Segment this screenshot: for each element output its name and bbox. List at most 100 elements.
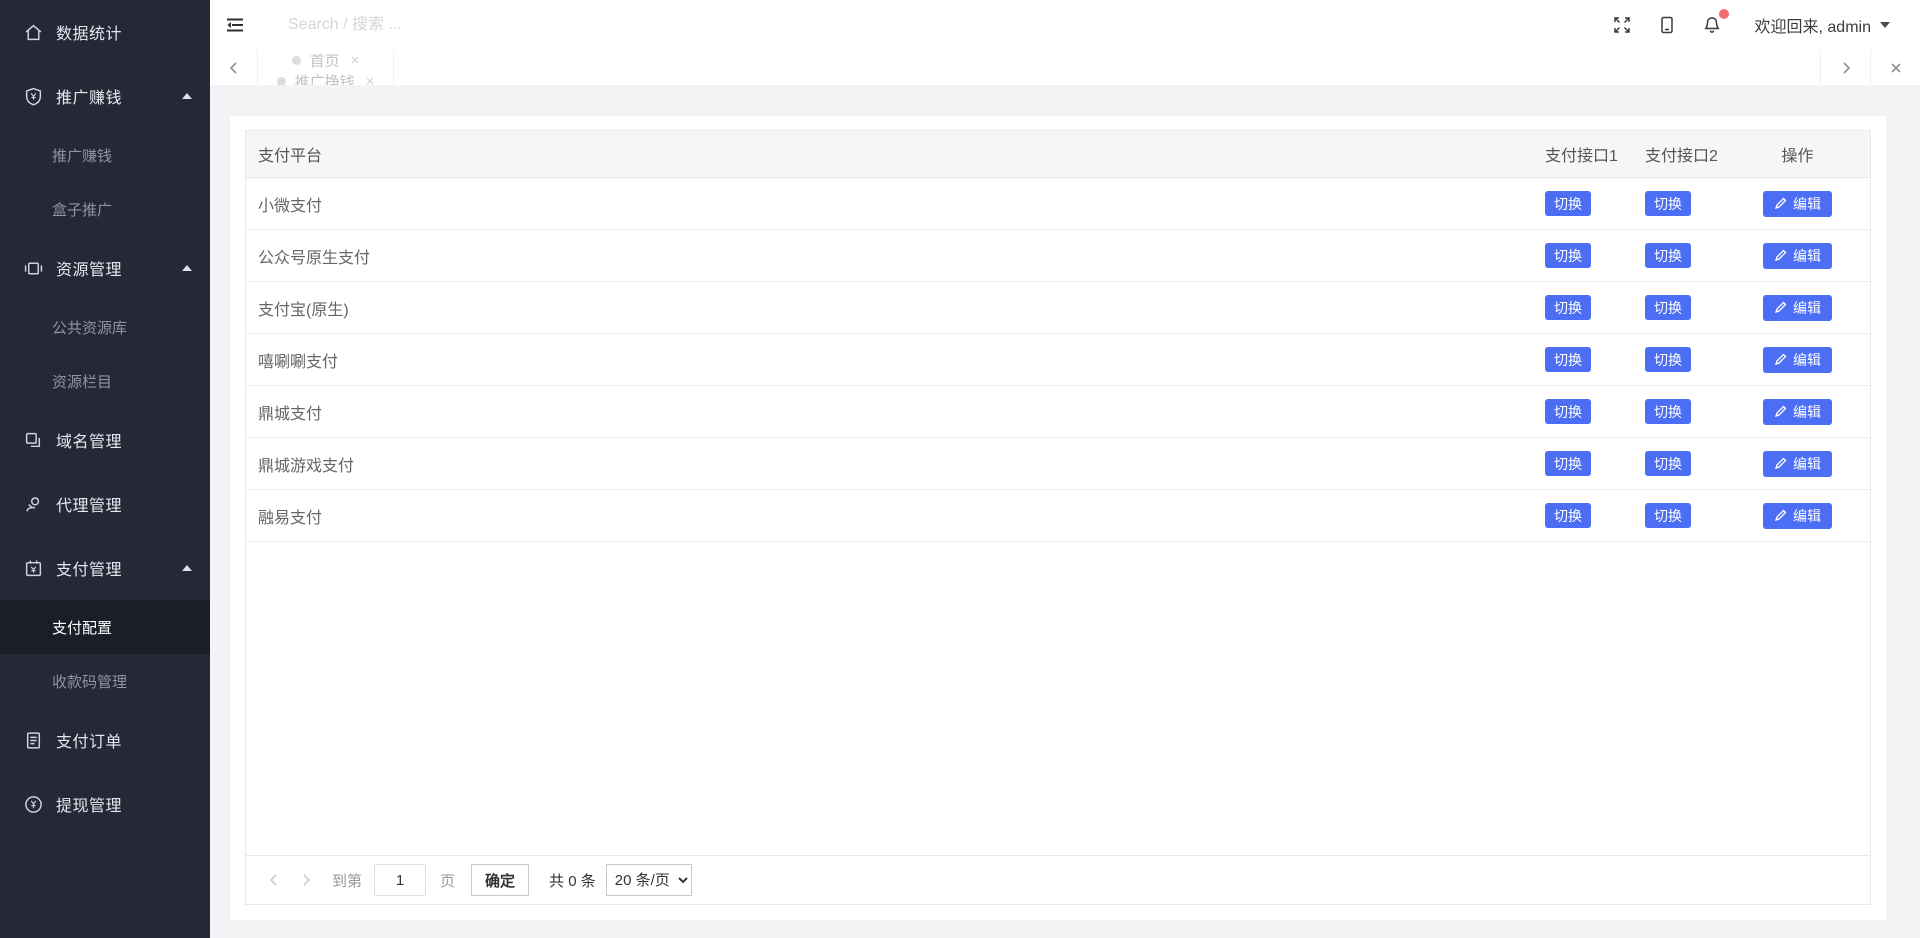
pencil-icon	[1774, 301, 1787, 314]
table-row: 嘻唰唰支付 切换 切换 编辑	[246, 334, 1870, 386]
edit-button[interactable]: 编辑	[1763, 347, 1832, 373]
sidebar-item-withdraw-mgmt[interactable]: 提现管理	[0, 772, 210, 836]
sidebar-item-box-promo[interactable]: 盒子推广	[0, 182, 210, 236]
notification-badge	[1719, 9, 1729, 19]
edit-button[interactable]: 编辑	[1763, 399, 1832, 425]
topbar-right: 欢迎回来, admin	[1600, 0, 1920, 50]
platform-name: 融易支付	[246, 504, 1525, 528]
switch-interface2-button[interactable]: 切换	[1645, 243, 1691, 268]
sidebar-item-public-resource-lib[interactable]: 公共资源库	[0, 300, 210, 354]
order-icon	[24, 731, 43, 750]
sidebar-item-label: 资源管理	[56, 256, 182, 280]
sidebar-item-label: 支付订单	[56, 728, 192, 752]
sidebar-item-label: 收款码管理	[52, 671, 127, 692]
sidebar-item-resource-mgmt[interactable]: 资源管理	[0, 236, 210, 300]
edit-button-label: 编辑	[1793, 506, 1821, 526]
pencil-icon	[1774, 405, 1787, 418]
page-number-input[interactable]	[374, 864, 426, 896]
close-icon[interactable]: ×	[351, 53, 360, 68]
collapse-menu-icon[interactable]	[210, 0, 260, 50]
main-area: 欢迎回来, admin 首页 × 推广挣钱 ×	[210, 0, 1920, 938]
chevron-up-icon	[182, 265, 192, 271]
user-menu[interactable]: 欢迎回来, admin	[1755, 13, 1890, 37]
edit-button[interactable]: 编辑	[1763, 503, 1832, 529]
sidebar-item-qr-code-mgmt[interactable]: 收款码管理	[0, 654, 210, 708]
table-row: 小微支付 切换 切换 编辑	[246, 178, 1870, 230]
gallery-icon	[24, 259, 43, 278]
chevron-up-icon	[182, 565, 192, 571]
edit-button-label: 编辑	[1793, 454, 1821, 474]
switch-interface2-button[interactable]: 切换	[1645, 503, 1691, 528]
confirm-page-button[interactable]: 确定	[471, 864, 529, 896]
switch-interface1-button[interactable]: 切换	[1545, 503, 1591, 528]
table-row: 鼎城支付 切换 切换 编辑	[246, 386, 1870, 438]
sidebar-item-promo-earn-sub[interactable]: 推广赚钱	[0, 128, 210, 182]
table-row: 支付宝(原生) 切换 切换 编辑	[246, 282, 1870, 334]
sidebar-item-label: 支付配置	[52, 617, 112, 638]
sidebar-item-label: 代理管理	[56, 492, 192, 516]
app-root: 数据统计 推广赚钱 推广赚钱 盒子推广 资源管理 公共资源库 资源栏目	[0, 0, 1920, 938]
content-area: 支付平台 支付接口1 支付接口2 操作 小微支付 切换 切换 编辑 公众号原生支…	[210, 85, 1920, 938]
table-empty-space	[246, 542, 1870, 855]
tab-list: 首页 × 推广挣钱 × 盒子推广 × 公共资源库 ×	[258, 50, 394, 85]
sidebar-item-payment-config[interactable]: 支付配置	[0, 600, 210, 654]
switch-interface1-button[interactable]: 切换	[1545, 243, 1591, 268]
chevron-down-icon	[1880, 22, 1890, 28]
platform-name: 支付宝(原生)	[246, 296, 1525, 320]
switch-interface2-button[interactable]: 切换	[1645, 399, 1691, 424]
sidebar-item-payment-mgmt[interactable]: 支付管理	[0, 536, 210, 600]
sidebar-item-label: 公共资源库	[52, 317, 127, 338]
edit-button[interactable]: 编辑	[1763, 191, 1832, 217]
tabbar-spacer	[394, 50, 1820, 85]
pagination-bar: 到第 页 确定 共 0 条 20 条/页	[246, 855, 1870, 904]
edit-button[interactable]: 编辑	[1763, 295, 1832, 321]
search-input[interactable]	[286, 8, 630, 42]
sidebar-item-resource-category[interactable]: 资源栏目	[0, 354, 210, 408]
payment-platform-table: 支付平台 支付接口1 支付接口2 操作 小微支付 切换 切换 编辑 公众号原生支…	[245, 130, 1871, 905]
goto-page-label: 到第	[332, 870, 362, 891]
switch-interface1-button[interactable]: 切换	[1545, 191, 1591, 216]
sidebar-item-agent-mgmt[interactable]: 代理管理	[0, 472, 210, 536]
tabs-scroll-left-icon[interactable]	[210, 50, 258, 85]
sidebar-item-promo-earn[interactable]: 推广赚钱	[0, 64, 210, 128]
agent-icon	[24, 495, 43, 514]
sidebar-item-stats[interactable]: 数据统计	[0, 0, 210, 64]
page-size-select[interactable]: 20 条/页	[606, 864, 692, 896]
switch-interface2-button[interactable]: 切换	[1645, 451, 1691, 476]
prev-page-icon[interactable]	[258, 864, 290, 896]
sidebar-item-label: 域名管理	[56, 428, 192, 452]
sidebar-item-domain-mgmt[interactable]: 域名管理	[0, 408, 210, 472]
notifications-bell-icon[interactable]	[1690, 0, 1735, 50]
switch-interface1-button[interactable]: 切换	[1545, 451, 1591, 476]
switch-interface2-button[interactable]: 切换	[1645, 191, 1691, 216]
mobile-view-icon[interactable]	[1645, 0, 1690, 50]
edit-button[interactable]: 编辑	[1763, 451, 1832, 477]
switch-interface2-button[interactable]: 切换	[1645, 347, 1691, 372]
sidebar-item-label: 提现管理	[56, 792, 192, 816]
platform-name: 鼎城游戏支付	[246, 452, 1525, 476]
switch-interface2-button[interactable]: 切换	[1645, 295, 1691, 320]
withdraw-icon	[24, 795, 43, 814]
home-icon	[24, 23, 43, 42]
switch-interface1-button[interactable]: 切换	[1545, 347, 1591, 372]
tab-home[interactable]: 首页 ×	[258, 50, 394, 71]
next-page-icon[interactable]	[290, 864, 322, 896]
sidebar-item-label: 盒子推广	[52, 199, 112, 220]
sidebar-item-payment-orders[interactable]: 支付订单	[0, 708, 210, 772]
col-header-interface1: 支付接口1	[1525, 142, 1625, 166]
fullscreen-icon[interactable]	[1600, 0, 1645, 50]
tab-label: 首页	[310, 50, 340, 71]
switch-interface1-button[interactable]: 切换	[1545, 295, 1591, 320]
tabs-close-all-icon[interactable]	[1870, 50, 1920, 85]
edit-button[interactable]: 编辑	[1763, 243, 1832, 269]
platform-name: 公众号原生支付	[246, 244, 1525, 268]
payment-icon	[24, 559, 43, 578]
sidebar-item-label: 资源栏目	[52, 371, 112, 392]
pencil-icon	[1774, 457, 1787, 470]
tabs-scroll-right-icon[interactable]	[1820, 50, 1870, 85]
platform-name: 嘻唰唰支付	[246, 348, 1525, 372]
table-row: 鼎城游戏支付 切换 切换 编辑	[246, 438, 1870, 490]
switch-interface1-button[interactable]: 切换	[1545, 399, 1591, 424]
sidebar-item-label: 推广赚钱	[52, 145, 112, 166]
platform-name: 小微支付	[246, 192, 1525, 216]
